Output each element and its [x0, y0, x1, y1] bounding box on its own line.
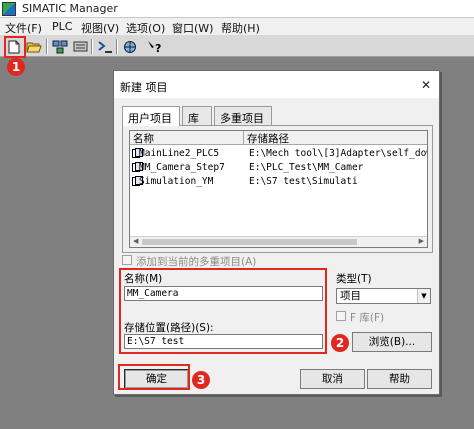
step-1-badge: 1	[7, 58, 25, 76]
menu-plc[interactable]: PLC	[52, 20, 72, 33]
list-item-name: MM_Camera_Step7	[139, 162, 225, 173]
highlight-name-path	[119, 268, 327, 354]
menu-options[interactable]: 选项(O)	[126, 20, 165, 36]
list-item[interactable]: Simulation_YM E:\S7 test\Simulati	[130, 175, 427, 189]
list-item[interactable]: MainLine2_PLC5 E:\Mech tool\[3]Adapter\s…	[130, 147, 427, 161]
toolbar-separator	[46, 39, 48, 54]
dialog-titlebar: 新建 项目 ✕	[114, 71, 439, 98]
scrollbar-thumb[interactable]	[142, 239, 357, 245]
accessible-nodes-icon[interactable]	[51, 38, 69, 55]
step-2-badge: 2	[331, 334, 349, 352]
add-to-multiproject-label: 添加到当前的多重项目(A)	[136, 256, 257, 268]
app-titlebar: SIMATIC Manager	[0, 0, 474, 18]
list-item-name: MainLine2_PLC5	[139, 148, 220, 159]
list-item-path: E:\S7 test\Simulati	[249, 176, 358, 187]
help-context-icon[interactable]: ?	[146, 38, 164, 55]
list-item-name: Simulation_YM	[139, 176, 214, 187]
highlight-new-project	[4, 36, 26, 58]
type-select[interactable]: 项目 ▼	[336, 288, 431, 304]
network-icon[interactable]	[121, 38, 139, 55]
help-button[interactable]: 帮助	[367, 369, 432, 389]
chevron-down-icon[interactable]: ▼	[417, 289, 430, 303]
type-select-value: 项目	[340, 290, 361, 302]
open-folder-icon[interactable]	[25, 38, 43, 55]
toolbar-separator	[91, 39, 93, 54]
toolbar: ?	[0, 36, 474, 57]
app-title: SIMATIC Manager	[22, 2, 118, 15]
highlight-ok-button	[118, 364, 190, 390]
f-library-checkbox[interactable]	[336, 311, 346, 321]
step-3-badge: 3	[192, 371, 210, 389]
scroll-left-icon[interactable]: ◀	[133, 237, 138, 245]
cancel-button[interactable]: 取消	[300, 369, 365, 389]
menu-file[interactable]: 文件(F)	[5, 20, 42, 36]
menu-window[interactable]: 窗口(W)	[172, 20, 213, 36]
menu-help[interactable]: 帮助(H)	[221, 20, 260, 36]
dialog-title: 新建 项目	[120, 81, 168, 94]
browse-button[interactable]: 浏览(B)...	[352, 332, 432, 352]
svg-text:?: ?	[155, 42, 161, 54]
list-item-path: E:\PLC_Test\MM_Camer	[249, 162, 364, 173]
project-list[interactable]: 名称 存储路径 MainLine2_PLC5 E:\Mech tool\[3]A…	[129, 130, 428, 248]
list-item-path: E:\Mech tool\[3]Adapter\self_downlo	[249, 148, 427, 159]
list-item[interactable]: MM_Camera_Step7 E:\PLC_Test\MM_Camer	[130, 161, 427, 175]
horizontal-scrollbar[interactable]: ◀ ▶	[130, 236, 427, 247]
type-label: 类型(T)	[336, 273, 372, 285]
simatic-app-icon	[2, 2, 16, 16]
tab-panel: 名称 存储路径 MainLine2_PLC5 E:\Mech tool\[3]A…	[122, 125, 433, 253]
tab-user-projects[interactable]: 用户项目	[122, 106, 180, 126]
close-icon[interactable]: ✕	[421, 78, 431, 92]
column-name[interactable]: 名称	[130, 131, 244, 145]
tab-libraries[interactable]: 库	[182, 106, 212, 125]
toolbar-separator	[116, 39, 118, 54]
tab-multiprojects[interactable]: 多重项目	[214, 106, 272, 125]
f-library-label: F 库(F)	[350, 312, 385, 324]
menu-bar: 文件(F) PLC 视图(V) 选项(O) 窗口(W) 帮助(H)	[0, 18, 474, 36]
menu-view[interactable]: 视图(V)	[81, 20, 119, 36]
download-icon[interactable]	[96, 38, 114, 55]
scroll-right-icon[interactable]: ▶	[419, 237, 424, 245]
list-header: 名称 存储路径	[130, 131, 427, 145]
add-to-multiproject-checkbox[interactable]	[122, 255, 132, 265]
column-path[interactable]: 存储路径	[244, 131, 427, 145]
memory-card-icon[interactable]	[71, 38, 89, 55]
